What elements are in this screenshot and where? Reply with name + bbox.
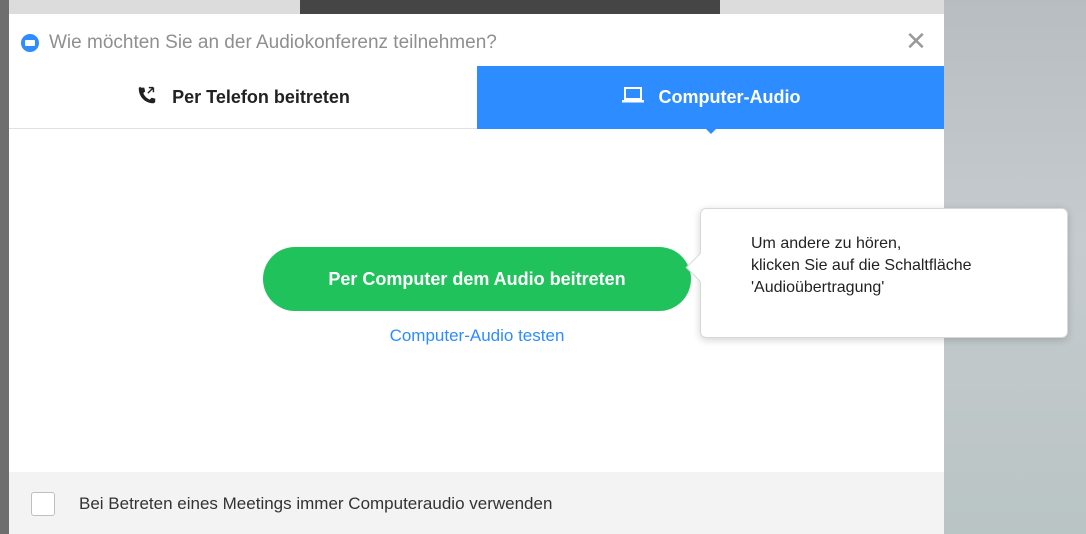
footer: Bei Betreten eines Meetings immer Comput… xyxy=(9,472,944,534)
phone-icon xyxy=(136,84,158,111)
background-window-edge xyxy=(300,0,720,14)
always-use-computer-audio-label: Bei Betreten eines Meetings immer Comput… xyxy=(79,494,553,513)
tab-bar: Per Telefon beitreten Computer-Audio xyxy=(9,66,944,129)
background-left-strip xyxy=(0,0,9,534)
active-tab-indicator xyxy=(701,124,721,134)
tooltip-line: 'Audioübertragung' xyxy=(751,279,885,296)
laptop-icon xyxy=(621,85,645,110)
tab-computer-label: Computer-Audio xyxy=(658,87,801,107)
dialog-title: Wie möchten Sie an der Audiokonferenz te… xyxy=(49,32,497,53)
title-bar: Wie möchten Sie an der Audiokonferenz te… xyxy=(9,14,944,66)
join-computer-audio-button[interactable]: Per Computer dem Audio beitreten xyxy=(263,247,691,311)
tooltip-line: Um andere zu hören, xyxy=(751,235,902,252)
close-button[interactable]: ✕ xyxy=(903,28,929,54)
zoom-camera-icon xyxy=(21,34,39,52)
tooltip-text: Um andere zu hören, klicken Sie auf die … xyxy=(751,233,972,299)
hint-tooltip: Um andere zu hören, klicken Sie auf die … xyxy=(685,208,1068,338)
tab-phone-label: Per Telefon beitreten xyxy=(172,86,350,107)
tooltip-line: klicken Sie auf die Schaltfläche xyxy=(751,257,972,274)
tab-computer-audio[interactable]: Computer-Audio xyxy=(477,66,944,129)
test-computer-audio-link[interactable]: Computer-Audio testen xyxy=(263,326,691,346)
always-use-computer-audio-checkbox[interactable] xyxy=(31,492,55,516)
tab-phone[interactable]: Per Telefon beitreten xyxy=(9,66,477,129)
